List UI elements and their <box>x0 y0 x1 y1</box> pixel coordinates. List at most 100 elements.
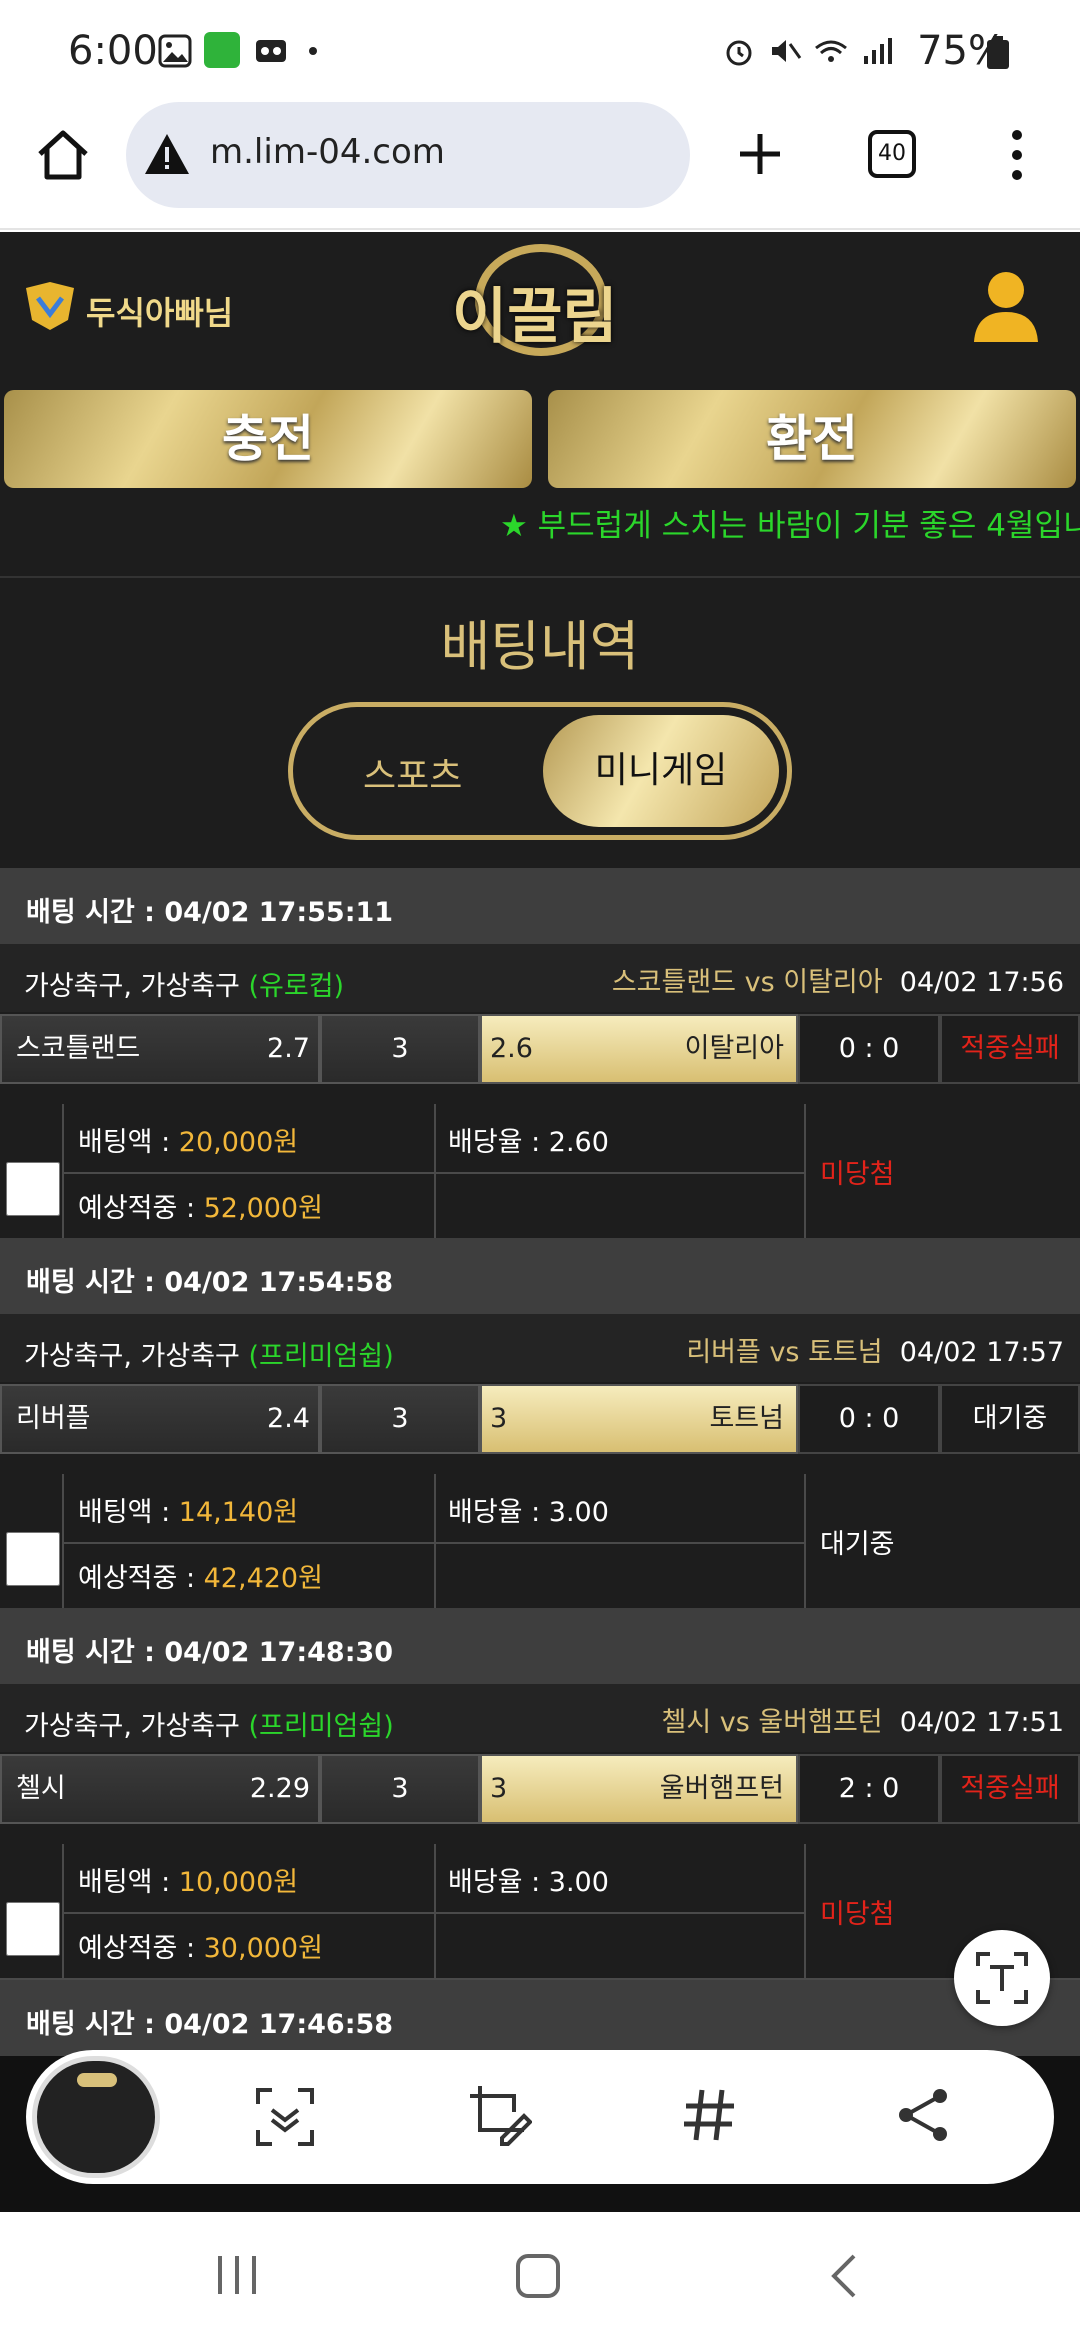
bet-select-checkbox[interactable] <box>6 1902 60 1956</box>
expected-value: 30,000원 <box>203 1933 323 1964</box>
warning-icon <box>145 134 189 174</box>
matchup-away: 울버햄프턴 <box>758 1707 883 1738</box>
home-icon[interactable] <box>34 126 92 184</box>
tab-sports[interactable]: 스포츠 <box>363 747 462 799</box>
screenshot-toolbar <box>26 2050 1054 2184</box>
dot-icon <box>309 47 317 55</box>
home-pick: 첼시 2.29 <box>0 1754 320 1824</box>
expected-label: 예상적중 : <box>78 1563 204 1594</box>
match-info-row: 가상축구, 가상축구 (유로컵) 스코틀랜드 vs 이탈리아 04/02 17:… <box>0 944 1080 1012</box>
away-pick-selected: 3 울버햄프턴 <box>480 1754 798 1824</box>
expected-win: 예상적중 : 30,000원 <box>78 1926 323 1965</box>
browser-toolbar: m.lim-04.com 40 <box>0 100 1080 230</box>
home-pick-name: 스코틀랜드 <box>16 1033 141 1064</box>
score: 0 : 0 <box>798 1384 940 1454</box>
status-bar: 6:00 75% <box>0 0 1080 100</box>
row-divider <box>0 1104 1080 1106</box>
bet-time-header: 배팅 시간 : 04/02 17:46:58 <box>0 1980 1080 2056</box>
user-name: 두식아빠님 <box>86 294 234 332</box>
status-time: 6:00 <box>68 28 158 74</box>
bet-amount-value: 20,000원 <box>178 1127 299 1158</box>
bet-record: 배팅 시간 : 04/02 17:55:11 가상축구, 가상축구 (유로컵) … <box>0 868 1080 1240</box>
expected-value: 42,420원 <box>203 1563 323 1594</box>
win-status: 미당첨 <box>820 1159 895 1190</box>
notice-ticker: ★ 부드럽게 스치는 바람이 기분 좋은 4월입니다 <box>500 508 1080 544</box>
tab-minigame[interactable]: 미니게임 <box>543 715 779 827</box>
league-name: 가상축구, 가상축구 <box>24 1711 240 1742</box>
gallery-notification-icon <box>158 34 192 68</box>
wifi-icon <box>815 40 847 62</box>
more-menu-icon[interactable] <box>1006 128 1028 182</box>
bet-time-header: 배팅 시간 : 04/02 17:54:58 <box>0 1238 1080 1314</box>
user-rank-badge-icon <box>26 282 74 330</box>
rate-label: 배당율 : <box>448 1497 549 1528</box>
match-info-row: 가상축구, 가상축구 (프리미엄쉽) 리버플 vs 토트넘 04/02 17:5… <box>0 1314 1080 1382</box>
grid-line <box>804 1474 806 1610</box>
new-tab-icon[interactable] <box>736 130 784 178</box>
win-status: 대기중 <box>820 1529 895 1560</box>
bet-amount-label: 배팅액 : <box>78 1867 179 1898</box>
match-result: 적중실패 <box>940 1754 1080 1824</box>
matchup-vs: vs <box>744 967 775 998</box>
matchup-home: 스코틀랜드 <box>611 967 737 998</box>
draw-odds: 3 <box>320 1754 480 1824</box>
matchup-away: 토트넘 <box>808 1337 883 1368</box>
match-time: 04/02 17:51 <box>899 1707 1064 1738</box>
league-tag: (유로컵) <box>248 971 345 1002</box>
league-tag: (프리미엄쉽) <box>248 1341 394 1372</box>
grid-line <box>62 1172 804 1174</box>
grid-line <box>804 1844 806 1980</box>
bet-record: 배팅 시간 : 04/02 17:48:30 가상축구, 가상축구 (프리미엄쉽… <box>0 1608 1080 1980</box>
bet-time-header: 배팅 시간 : 04/02 17:55:11 <box>0 868 1080 944</box>
address-bar[interactable]: m.lim-04.com <box>126 102 690 208</box>
grid-line <box>62 1542 804 1544</box>
expected-win: 예상적중 : 52,000원 <box>78 1186 323 1225</box>
rate-value: 3.00 <box>548 1497 609 1528</box>
rate-value: 2.60 <box>548 1127 609 1158</box>
text-scan-icon <box>976 1952 1028 2004</box>
score: 2 : 0 <box>798 1754 940 1824</box>
charge-button[interactable]: 충전 <box>4 390 532 488</box>
league-tag: (프리미엄쉽) <box>248 1711 394 1742</box>
recent-apps-icon[interactable] <box>212 2252 262 2298</box>
bet-amount-label: 배팅액 : <box>78 1127 179 1158</box>
bet-time-header: 배팅 시간 : 04/02 17:48:30 <box>0 1608 1080 1684</box>
league-label: 가상축구, 가상축구 (프리미엄쉽) <box>24 1334 394 1373</box>
home-pick-name: 리버플 <box>16 1403 91 1434</box>
match-time: 04/02 17:57 <box>899 1337 1064 1368</box>
extract-text-button[interactable] <box>954 1930 1050 2026</box>
tab-switcher-button[interactable]: 40 <box>868 130 916 178</box>
odds-rate: 배당율 : 3.00 <box>448 1860 609 1899</box>
home-odds: 2.7 <box>267 1033 310 1064</box>
screenshot-thumbnail[interactable] <box>32 2056 160 2178</box>
site-logo[interactable]: 이끌림 <box>446 240 636 360</box>
away-odds: 2.6 <box>490 1033 533 1064</box>
logo-text: 이끌림 <box>452 282 618 352</box>
scroll-capture-icon[interactable] <box>254 2086 316 2148</box>
bet-select-checkbox[interactable] <box>6 1162 60 1216</box>
divider <box>0 576 1080 578</box>
thumbnail-preview <box>77 2073 117 2087</box>
profile-icon[interactable] <box>968 268 1044 344</box>
away-pick-selected: 3 토트넘 <box>480 1384 798 1454</box>
bet-amount-label: 배팅액 : <box>78 1497 179 1528</box>
matchup-vs: vs <box>769 1337 800 1368</box>
grid-line <box>62 1912 804 1914</box>
draw-odds: 3 <box>320 1014 480 1084</box>
league-label: 가상축구, 가상축구 (유로컵) <box>24 964 344 1003</box>
bet-amount: 배팅액 : 10,000원 <box>78 1860 298 1899</box>
home-nav-icon[interactable] <box>514 2252 562 2300</box>
back-icon[interactable] <box>826 2252 862 2300</box>
matchup-vs: vs <box>719 1707 750 1738</box>
hashtag-icon[interactable] <box>680 2086 738 2144</box>
page-title: 배팅내역 <box>440 615 640 678</box>
share-icon[interactable] <box>894 2086 952 2144</box>
result-text: 적중실패 <box>960 1033 1060 1064</box>
bet-select-checkbox[interactable] <box>6 1532 60 1586</box>
home-pick: 리버플 2.4 <box>0 1384 320 1454</box>
league-name: 가상축구, 가상축구 <box>24 971 240 1002</box>
withdraw-button[interactable]: 환전 <box>548 390 1076 488</box>
expected-label: 예상적중 : <box>78 1933 204 1964</box>
matchup-home: 리버플 <box>686 1337 761 1368</box>
draw-edit-icon[interactable] <box>466 2082 532 2148</box>
